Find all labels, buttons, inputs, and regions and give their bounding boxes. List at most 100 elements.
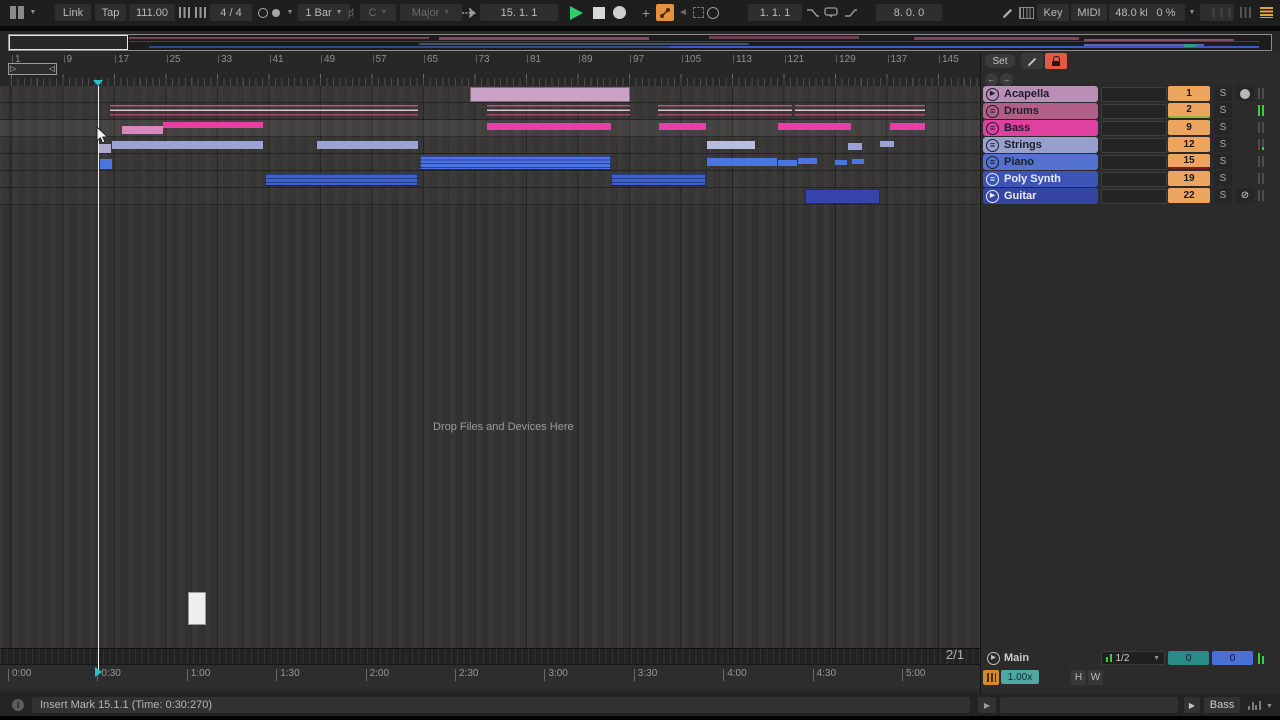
automation-arm-button[interactable] (656, 4, 674, 21)
clip-bass[interactable] (890, 123, 925, 130)
track-name-box[interactable]: ≡Strings (983, 137, 1098, 153)
track-fold-menu-icon[interactable]: ≡ (986, 173, 999, 186)
bar-number-17[interactable]: 17 (118, 54, 129, 65)
lock-envelopes-button[interactable] (1045, 53, 1067, 69)
clip-piano[interactable] (798, 158, 817, 164)
bar-number-145[interactable]: 145 (942, 54, 959, 65)
clip-acapella[interactable] (470, 87, 630, 102)
track-name-box[interactable]: ≡Piano (983, 154, 1098, 170)
clip-drums[interactable] (658, 105, 792, 117)
live-sets-icon[interactable]: ▼ (6, 4, 40, 21)
solo-button[interactable]: S (1214, 120, 1232, 135)
forward-arrow-button[interactable]: → (1000, 73, 1013, 86)
loop-button[interactable] (822, 4, 840, 21)
back-arrow-button[interactable]: ← (985, 73, 998, 86)
track-header-strings[interactable]: ≡Strings12S (981, 137, 1280, 154)
track-fold-play-icon[interactable]: ▶ (986, 88, 999, 101)
insert-marker-top-icon[interactable] (93, 80, 103, 86)
track-header-drums[interactable]: ≡Drums2S (981, 103, 1280, 120)
bar-number-73[interactable]: 73 (479, 54, 490, 65)
selected-track-badge[interactable]: Bass (1204, 697, 1240, 713)
loop-length-display[interactable]: 8. 0. 0 (876, 4, 942, 21)
clip-strings[interactable] (707, 141, 755, 149)
track-name-box[interactable]: ≡Drums (983, 103, 1098, 119)
clip-strings[interactable] (98, 144, 111, 153)
phase-nudge-up-icon[interactable] (193, 4, 208, 21)
track-name-box[interactable]: ≡Bass (983, 120, 1098, 136)
draw-mode-button[interactable] (1000, 4, 1016, 21)
time-ruler[interactable]: 0:000:301:001:302:002:303:003:304:004:30… (0, 664, 980, 689)
punch-out-button[interactable] (842, 4, 858, 21)
main-pan-field[interactable]: 0 (1168, 651, 1209, 665)
arm-button[interactable] (1236, 86, 1254, 101)
capture-midi-button[interactable] (706, 4, 720, 21)
track-fold-menu-icon[interactable]: ≡ (986, 139, 999, 152)
track-fold-menu-icon[interactable]: ≡ (986, 105, 999, 118)
track-name-box[interactable]: ≡Poly Synth (983, 171, 1098, 187)
arrangement-overview[interactable] (8, 34, 1272, 51)
arrangement-position-display[interactable]: 15. 1. 1 (480, 4, 558, 21)
midi-overdub-button[interactable]: + (638, 4, 654, 21)
clip-bass[interactable] (487, 123, 611, 130)
automation-pencil-button[interactable] (1021, 53, 1043, 69)
bar-number-65[interactable]: 65 (427, 54, 438, 65)
clip-poly-synth[interactable] (611, 173, 706, 186)
track-input-channel[interactable]: 9 (1168, 120, 1210, 135)
clip-drums[interactable] (110, 105, 418, 117)
clip-poly-synth[interactable] (265, 173, 418, 186)
midi-map-button[interactable]: MIDI (1071, 4, 1107, 21)
dragged-clip-ghost[interactable] (188, 592, 206, 625)
cpu-load-field[interactable]: 0 % (1147, 4, 1185, 21)
key-scale-select[interactable]: Major ▼ (400, 4, 462, 21)
bar-number-129[interactable]: 129 (839, 54, 856, 65)
track-input-channel[interactable]: 12 (1168, 137, 1210, 152)
re-enable-automation-button[interactable] (691, 4, 705, 21)
arm-button[interactable]: ⊘ (1236, 188, 1254, 203)
track-header-acapella[interactable]: ▶Acapella1S (981, 86, 1280, 103)
clip-bass[interactable] (163, 122, 263, 128)
track-input-channel[interactable]: 19 (1168, 171, 1210, 186)
bar-number-41[interactable]: 41 (273, 54, 284, 65)
clip-strings[interactable] (112, 141, 263, 149)
bar-number-105[interactable]: 105 (685, 54, 702, 65)
bar-number-9[interactable]: 9 (67, 54, 73, 65)
track-header-bass[interactable]: ≡Bass 9S (981, 120, 1280, 137)
time-signature-field[interactable]: 4 / 4 (210, 4, 252, 21)
track-io-box[interactable] (1101, 172, 1167, 187)
loop-start-icon[interactable]: ▷ (10, 65, 16, 73)
track-header-piano[interactable]: ≡Piano 15 S (981, 154, 1280, 171)
quantization-select[interactable]: 1 Bar ▼ (298, 4, 350, 21)
bar-ruler[interactable]: ▷ ◁ 191725334149576573818997105113121129… (0, 52, 980, 86)
tap-tempo-button[interactable]: Tap (95, 4, 126, 21)
track-fold-menu-icon[interactable]: ≡ (986, 156, 999, 169)
track-name-box[interactable]: ▶Acapella (983, 86, 1098, 102)
bar-number-49[interactable]: 49 (324, 54, 335, 65)
clip-bass[interactable] (122, 126, 163, 134)
clip-strings[interactable] (317, 141, 418, 149)
clip-piano[interactable] (420, 155, 611, 170)
tempo-field[interactable]: 111.00 (129, 4, 175, 21)
bar-number-25[interactable]: 25 (170, 54, 181, 65)
punch-position-display[interactable]: 1. 1. 1 (748, 4, 802, 21)
computer-midi-keyboard-button[interactable] (1018, 4, 1035, 21)
height-button[interactable]: H (1071, 670, 1086, 685)
bar-number-1[interactable]: 1 (15, 54, 21, 65)
solo-button[interactable]: S (1214, 154, 1232, 169)
record-button[interactable] (610, 4, 629, 21)
track-fold-menu-icon[interactable]: ≡ (986, 122, 999, 135)
clip-piano[interactable] (778, 160, 797, 166)
clip-drums[interactable] (487, 105, 630, 117)
track-io-box[interactable] (1101, 138, 1167, 153)
track-header-guitar[interactable]: ▶Guitar22S⊘ (981, 188, 1280, 205)
track-io-box[interactable] (1101, 121, 1167, 136)
preview-play-button[interactable]: ▶ (978, 697, 996, 713)
solo-button[interactable]: S (1214, 171, 1232, 186)
chevron-down-icon[interactable]: ▼ (1266, 703, 1273, 710)
track-input-channel[interactable]: 15 (1168, 154, 1210, 169)
width-button[interactable]: W (1088, 670, 1103, 685)
main-volume-field[interactable]: 0 (1212, 651, 1253, 665)
playback-speed-field[interactable]: 1.00x (1001, 670, 1039, 684)
phase-nudge-down-icon[interactable] (177, 4, 192, 21)
clip-piano[interactable] (835, 160, 847, 165)
back-to-arrangement-button[interactable]: ◄ (676, 4, 690, 21)
